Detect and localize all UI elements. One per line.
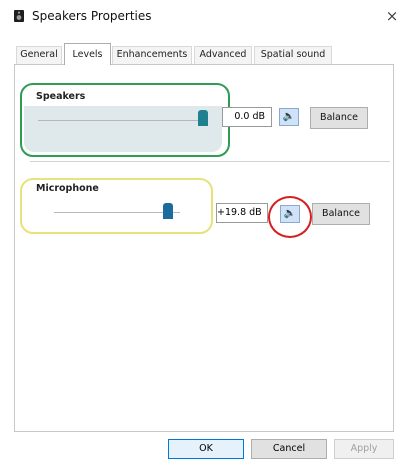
tab-general[interactable]: General [16,46,62,64]
cancel-button[interactable]: Cancel [251,439,327,459]
microphone-balance-button[interactable]: Balance [312,203,370,225]
tab-spatial-sound[interactable]: Spatial sound [254,46,332,64]
microphone-label: Microphone [36,183,99,194]
speaker-icon: 🔈 [282,111,296,122]
speakers-label: Speakers [36,91,86,102]
speakers-mute-button[interactable]: 🔈 [279,108,299,126]
speakers-slider-track[interactable] [38,120,208,121]
microphone-level-field[interactable]: +19.8 dB [216,203,268,223]
ok-button[interactable]: OK [168,439,244,459]
section-divider [30,161,390,162]
tab-enhancements[interactable]: Enhancements [112,46,192,64]
speakers-level-field[interactable]: 0.0 dB [222,107,272,127]
mute-highlight-circle [268,196,312,238]
tab-advanced[interactable]: Advanced [194,46,252,64]
speakers-balance-button[interactable]: Balance [310,107,368,129]
microphone-slider-track[interactable] [54,212,180,213]
microphone-slider-thumb[interactable] [163,203,173,219]
speakers-slider-thumb[interactable] [198,110,208,126]
apply-button[interactable]: Apply [334,439,394,459]
tab-levels[interactable]: Levels [64,43,111,65]
window-title: Speakers Properties [32,9,152,23]
speaker-properties-icon [14,10,24,22]
close-button[interactable]: × [382,6,402,26]
